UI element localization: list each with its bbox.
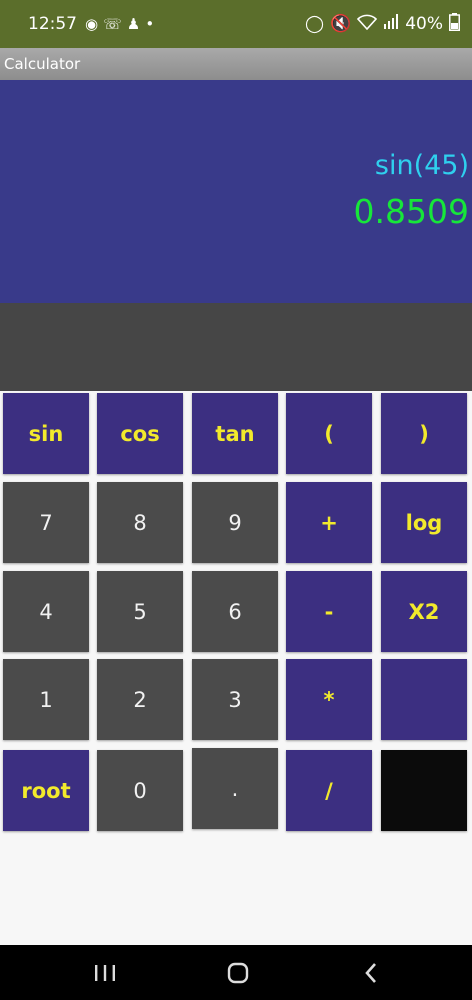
cos-button[interactable]: cos xyxy=(97,393,183,474)
log-button[interactable]: log xyxy=(381,482,467,563)
navigation-bar xyxy=(0,945,472,1000)
digit-2-button[interactable]: 2 xyxy=(97,659,183,740)
battery-saver-icon: ◯ xyxy=(305,14,325,34)
signal-icon xyxy=(383,14,399,34)
whatsapp-icon: ☏ xyxy=(103,15,122,33)
close-paren-button[interactable]: ) xyxy=(381,393,467,474)
battery-icon xyxy=(449,12,460,36)
messenger-icon: ◉ xyxy=(85,15,99,33)
app-title: Calculator xyxy=(4,55,81,73)
recent-apps-icon[interactable] xyxy=(70,945,140,1000)
display-spacer xyxy=(0,303,472,391)
status-bar: 12:57 ◉ ☏ ♟ • ◯ 🔇 40% xyxy=(0,0,472,48)
expression-text: sin(45) xyxy=(374,150,469,181)
digit-9-button[interactable]: 9 xyxy=(192,482,278,563)
digit-4-button[interactable]: 4 xyxy=(3,571,89,652)
home-icon[interactable] xyxy=(203,945,273,1000)
dot-icon: • xyxy=(145,15,155,33)
back-icon[interactable] xyxy=(336,945,406,1000)
status-right: ◯ 🔇 40% xyxy=(305,12,460,36)
digit-7-button[interactable]: 7 xyxy=(3,482,89,563)
empty-function-button[interactable] xyxy=(381,659,467,740)
calculator-display: sin(45) 0.8509 xyxy=(0,80,472,303)
digit-3-button[interactable]: 3 xyxy=(192,659,278,740)
digit-5-button[interactable]: 5 xyxy=(97,571,183,652)
app-title-bar: Calculator xyxy=(0,48,472,80)
digit-8-button[interactable]: 8 xyxy=(97,482,183,563)
digit-6-button[interactable]: 6 xyxy=(192,571,278,652)
status-time: 12:57 xyxy=(28,14,77,34)
sin-button[interactable]: sin xyxy=(3,393,89,474)
result-text: 0.8509 xyxy=(353,192,469,231)
divide-button[interactable]: / xyxy=(286,750,372,831)
digit-1-button[interactable]: 1 xyxy=(3,659,89,740)
plus-button[interactable]: + xyxy=(286,482,372,563)
decimal-point-button[interactable]: . xyxy=(192,748,278,829)
open-paren-button[interactable]: ( xyxy=(286,393,372,474)
minus-button[interactable]: - xyxy=(286,571,372,652)
root-button[interactable]: root xyxy=(3,750,89,831)
wifi-icon xyxy=(357,14,378,35)
square-button[interactable]: X2 xyxy=(381,571,467,652)
tan-button[interactable]: tan xyxy=(192,393,278,474)
battery-level: 40% xyxy=(405,14,443,34)
digit-0-button[interactable]: 0 xyxy=(97,750,183,831)
accessibility-icon: ♟ xyxy=(126,15,141,33)
mute-icon: 🔇 xyxy=(330,14,352,34)
dark-blank-button[interactable] xyxy=(381,750,467,831)
multiply-button[interactable]: * xyxy=(286,659,372,740)
